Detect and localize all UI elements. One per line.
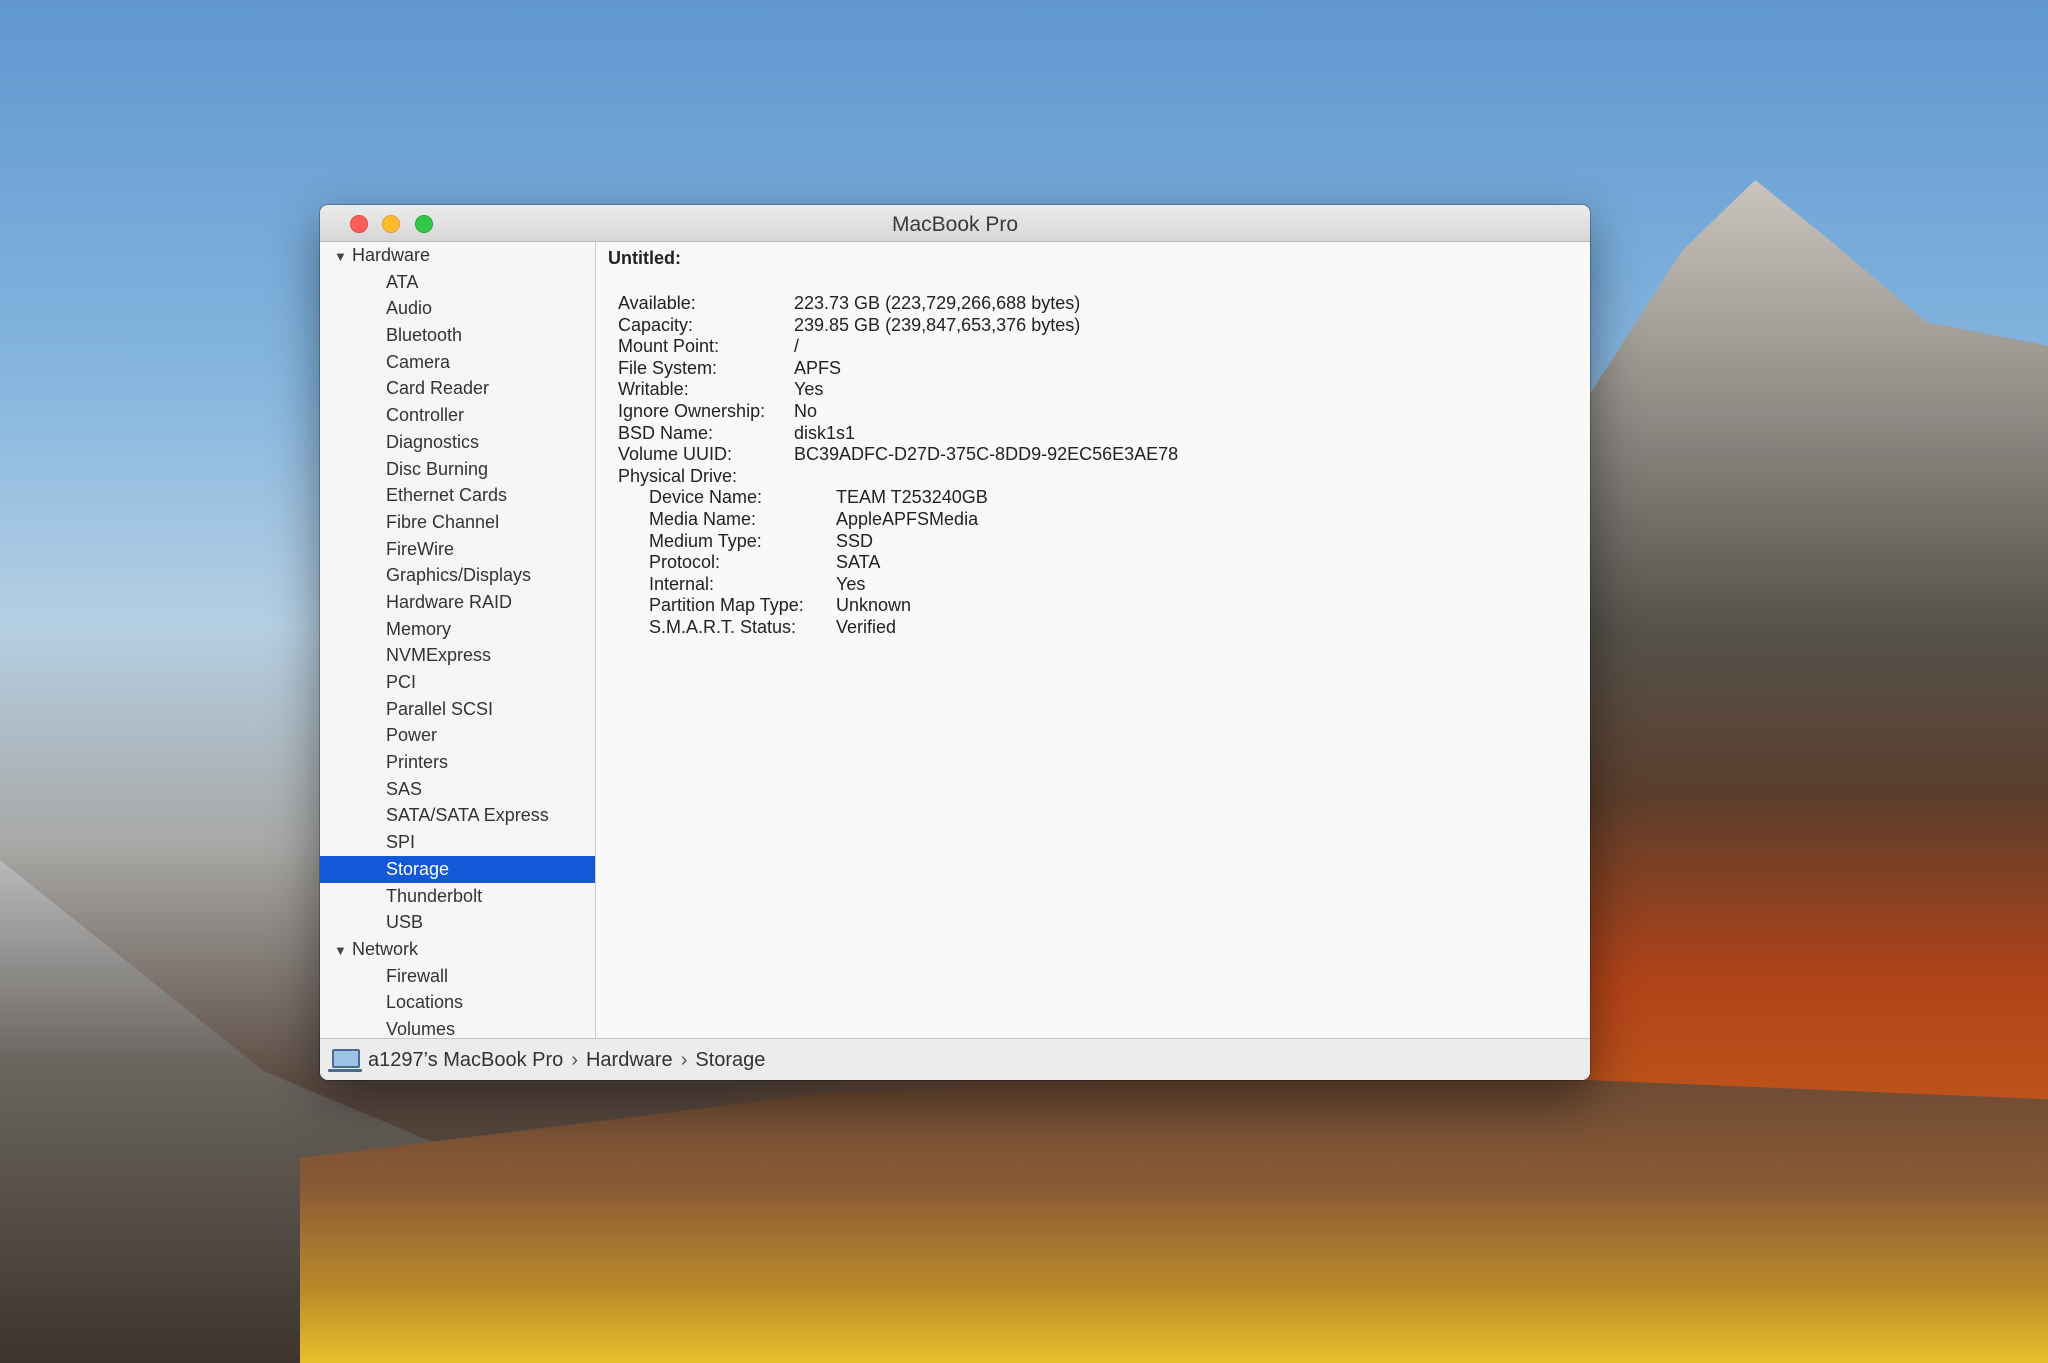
sidebar-item-printers[interactable]: Printers	[320, 749, 595, 776]
sidebar-item-usb[interactable]: USB	[320, 909, 595, 936]
path-item-hardware[interactable]: Hardware	[586, 1049, 673, 1071]
info-row: Media Name: AppleAPFSMedia	[608, 509, 1590, 531]
sidebar-item-ata[interactable]: ATA	[320, 269, 595, 296]
sidebar-item-bluetooth[interactable]: Bluetooth	[320, 322, 595, 349]
info-label: Device Name:	[649, 487, 763, 508]
info-label: Protocol:	[649, 552, 721, 573]
wallpaper-hills	[300, 1070, 2048, 1363]
sidebar-item-spi[interactable]: SPI	[320, 829, 595, 856]
info-label: Volume UUID:	[618, 444, 733, 465]
info-row: Protocol: SATA	[608, 552, 1590, 574]
info-value: AppleAPFSMedia	[836, 508, 979, 529]
path-separator: ›	[571, 1049, 578, 1071]
sidebar-item-card-reader[interactable]: Card Reader	[320, 375, 595, 402]
triangle-down-icon[interactable]: ▼	[334, 244, 352, 271]
sidebar-item-camera[interactable]: Camera	[320, 349, 595, 376]
info-value: Yes	[836, 573, 866, 594]
sidebar-item-thunderbolt[interactable]: Thunderbolt	[320, 883, 595, 910]
info-value: SSD	[836, 530, 874, 551]
physical-drive-fields: Device Name: TEAM T253240GB Media Name: App…	[608, 487, 1590, 638]
sidebar[interactable]: ▼ Hardware ATA Audio Bluetooth Camera Card Rea…	[320, 242, 596, 1038]
info-label: Partition Map Type:	[649, 595, 804, 616]
path-item-a1297-s-macbook-pro[interactable]: a1297’s MacBook Pro	[368, 1049, 563, 1071]
info-row: Mount Point: /	[608, 336, 1590, 358]
sidebar-item-memory[interactable]: Memory	[320, 616, 595, 643]
info-label: Internal:	[649, 573, 715, 594]
info-row: Medium Type: SSD	[608, 531, 1590, 553]
sidebar-item-pci[interactable]: PCI	[320, 669, 595, 696]
title-bar[interactable]: MacBook Pro	[320, 205, 1590, 242]
sidebar-item-power[interactable]: Power	[320, 722, 595, 749]
info-row: Internal: Yes	[608, 574, 1590, 596]
info-value: disk1s1	[794, 422, 856, 443]
sidebar-item-diagnostics[interactable]: Diagnostics	[320, 429, 595, 456]
detail-pane: Untitled: Available: 223.73 GB (223,729,2…	[596, 242, 1590, 1038]
laptop-icon	[328, 1049, 362, 1073]
info-label: Media Name:	[649, 508, 757, 529]
info-value: No	[794, 400, 818, 421]
info-label: S.M.A.R.T. Status:	[649, 616, 797, 637]
info-label: Ignore Ownership:	[618, 400, 766, 421]
info-value: Verified	[836, 616, 897, 637]
sidebar-item-nvmexpress[interactable]: NVMExpress	[320, 642, 595, 669]
sidebar-item-firewall[interactable]: Firewall	[320, 963, 595, 990]
info-label: File System:	[618, 357, 718, 378]
info-value: /	[794, 336, 800, 357]
sidebar-item-parallel-scsi[interactable]: Parallel SCSI	[320, 696, 595, 723]
sidebar-group-hardware[interactable]: ▼ Hardware	[320, 242, 595, 269]
info-row: Physical Drive:	[608, 466, 1590, 488]
sidebar-item-fibre-channel[interactable]: Fibre Channel	[320, 509, 595, 536]
info-row: BSD Name: disk1s1	[608, 423, 1590, 445]
sidebar-group-label: Hardware	[352, 245, 431, 265]
sidebar-group-network[interactable]: ▼ Network	[320, 936, 595, 963]
volume-heading: Untitled:	[608, 248, 681, 268]
sidebar-item-controller[interactable]: Controller	[320, 402, 595, 429]
info-label: Writable:	[618, 379, 689, 400]
sidebar-item-volumes[interactable]: Volumes	[320, 1016, 595, 1038]
sidebar-item-firewire[interactable]: FireWire	[320, 536, 595, 563]
info-row: Ignore Ownership: No	[608, 401, 1590, 423]
info-value: SATA	[836, 552, 881, 573]
info-label: Capacity:	[618, 314, 694, 335]
info-value: APFS	[794, 357, 842, 378]
info-label: Available:	[618, 293, 696, 313]
info-value: 223.73 GB (223,729,266,688 bytes)	[794, 293, 1081, 313]
sidebar-item-locations[interactable]: Locations	[320, 989, 595, 1016]
info-value: Unknown	[836, 595, 912, 616]
info-value: TEAM T253240GB	[836, 487, 988, 508]
info-row: Writable: Yes	[608, 379, 1590, 401]
info-row: Available: 223.73 GB (223,729,266,688 byt…	[608, 293, 1590, 315]
sidebar-item-disc-burning[interactable]: Disc Burning	[320, 456, 595, 483]
info-label: Physical Drive:	[618, 465, 738, 486]
volume-fields: Available: 223.73 GB (223,729,266,688 byt…	[608, 293, 1590, 487]
sidebar-item-ethernet-cards[interactable]: Ethernet Cards	[320, 482, 595, 509]
info-row: File System: APFS	[608, 358, 1590, 380]
path-separator: ›	[680, 1049, 688, 1071]
info-row: Device Name: TEAM T253240GB	[608, 487, 1590, 509]
sidebar-group-label: Network	[352, 938, 419, 959]
info-row: Volume UUID: BC39ADFC-D27D-375C-8DD9-92EC…	[608, 444, 1590, 466]
info-label: Mount Point:	[618, 336, 720, 357]
triangle-down-icon[interactable]: ▼	[334, 938, 352, 965]
window-title: MacBook Pro	[891, 213, 1019, 236]
system-information-window: MacBook Pro ▼ Hardware ATA Audio Bluetooth Ca…	[320, 205, 1590, 1080]
path-bar: a1297’s MacBook Pro › Hardware › Storage	[320, 1038, 1590, 1080]
sidebar-item-audio[interactable]: Audio	[320, 295, 595, 322]
sidebar-item-sata-sata-express[interactable]: SATA/SATA Express	[320, 802, 595, 829]
info-label: Medium Type:	[649, 530, 762, 551]
path-item-storage[interactable]: Storage	[695, 1049, 765, 1071]
info-value: BC39ADFC-D27D-375C-8DD9-92EC56E3AE78	[794, 444, 1179, 465]
info-row: Capacity: 239.85 GB (239,847,653,376 byte…	[608, 315, 1590, 337]
info-value: Yes	[794, 379, 824, 400]
sidebar-item-hardware-raid[interactable]: Hardware RAID	[320, 589, 595, 616]
info-label: BSD Name:	[618, 422, 714, 443]
info-row: S.M.A.R.T. Status: Verified	[608, 617, 1590, 639]
info-row: Partition Map Type: Unknown	[608, 595, 1590, 617]
sidebar-item-storage[interactable]: Storage	[320, 855, 595, 883]
sidebar-item-sas[interactable]: SAS	[320, 776, 595, 803]
info-value: 239.85 GB (239,847,653,376 bytes)	[794, 314, 1081, 335]
sidebar-item-graphics-displays[interactable]: Graphics/Displays	[320, 562, 595, 589]
